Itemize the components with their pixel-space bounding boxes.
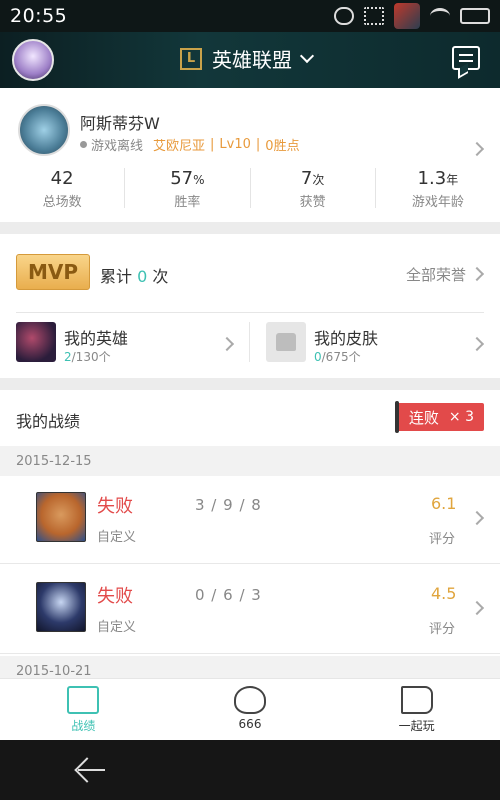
stat-likes: 7次 获赞 xyxy=(251,168,376,210)
match-row[interactable]: 失败 0 / 6 / 3 自定义 4.5 评分 xyxy=(0,566,500,654)
battery-icon xyxy=(460,8,490,24)
match-result: 失败 xyxy=(97,496,133,517)
my-heroes-count: 2/130个 xyxy=(64,350,111,364)
online-status: 游戏离线 xyxy=(91,139,144,154)
my-heroes-title[interactable]: 我的英雄 xyxy=(64,325,128,349)
tshirt-icon[interactable] xyxy=(266,322,306,362)
lol-logo-icon: L xyxy=(180,47,202,70)
game-switcher[interactable]: L 英雄联盟 xyxy=(180,44,315,73)
match-mode: 自定义 xyxy=(97,530,137,545)
my-skins-title[interactable]: 我的皮肤 xyxy=(314,325,378,349)
stats-row: 42 总场数 57% 胜率 7次 获赞 1.3年 游戏年龄 xyxy=(0,168,500,210)
date-header: 2015-12-15 xyxy=(0,446,500,476)
chevron-down-icon xyxy=(299,48,315,63)
match-mode: 自定义 xyxy=(97,620,137,635)
bottom-tab-bar: 战绩 666 一起玩 xyxy=(0,678,500,740)
chevron-right-icon xyxy=(469,600,485,616)
losing-streak-badge: 连败 × 3 xyxy=(394,401,484,433)
app-grid-icon xyxy=(364,7,384,25)
match-score-label: 评分 xyxy=(429,622,456,637)
match-score: 6.1 xyxy=(431,494,457,513)
date-header: 2015-10-21 xyxy=(0,656,500,678)
back-arrow-icon[interactable] xyxy=(76,756,106,784)
app-thumbnail-icon xyxy=(394,3,420,29)
tab-play-together[interactable]: 一起玩 xyxy=(333,679,500,740)
stat-total-games: 42 总场数 xyxy=(0,168,126,210)
divider xyxy=(16,312,484,313)
match-result: 失败 xyxy=(97,586,133,607)
mvp-cumulative: 累计 0 次 xyxy=(100,267,169,286)
summoner-level: Lv10 xyxy=(219,137,251,152)
chevron-right-icon xyxy=(219,336,235,352)
tab-record[interactable]: 战绩 xyxy=(0,679,167,740)
status-icons xyxy=(334,3,490,29)
profile-card[interactable]: 阿斯蒂芬W 游戏离线 艾欧尼亚 | Lv10 | 0胜点 42 总场数 57% … xyxy=(0,88,500,222)
match-history-card: 我的战绩 连败 × 3 2015-12-15 失败 3 / 9 / 8 自定义 6… xyxy=(0,390,500,678)
system-nav-bar xyxy=(0,740,500,800)
server-name: 艾欧尼亚 xyxy=(153,139,206,154)
crest-icon xyxy=(234,686,266,714)
status-bar: 20:55 xyxy=(0,0,500,32)
win-points: 0胜点 xyxy=(265,139,300,154)
chevron-right-icon xyxy=(469,266,485,282)
match-kda: 3 / 9 / 8 xyxy=(195,496,262,514)
chat-bubble-icon xyxy=(334,7,354,25)
offline-dot-icon xyxy=(80,141,87,148)
hero-thumbnail[interactable] xyxy=(16,322,56,362)
wifi-icon xyxy=(430,8,450,24)
match-score: 4.5 xyxy=(431,584,457,603)
record-icon xyxy=(67,686,100,714)
honor-card: MVP 累计 0 次 全部荣誉 我的英雄 2/130个 我的皮肤 0/675个 xyxy=(0,234,500,378)
my-skins-count: 0/675个 xyxy=(314,350,361,364)
tab-666[interactable]: 666 xyxy=(167,679,334,740)
summoner-name: 阿斯蒂芬W xyxy=(80,114,160,133)
match-score-label: 评分 xyxy=(429,532,456,547)
all-honors-link[interactable]: 全部荣誉 xyxy=(406,264,466,285)
champion-avatar xyxy=(36,582,86,632)
status-time: 20:55 xyxy=(10,5,68,27)
match-history-title: 我的战绩 xyxy=(16,412,81,431)
message-icon[interactable] xyxy=(452,46,480,70)
match-kda: 0 / 6 / 3 xyxy=(195,586,262,604)
chevron-right-icon xyxy=(469,141,485,157)
user-avatar[interactable] xyxy=(12,39,54,81)
game-title: 英雄联盟 xyxy=(212,48,292,72)
mvp-badge: MVP xyxy=(16,254,90,290)
flag-icon xyxy=(400,686,433,714)
divider xyxy=(249,322,250,362)
app-header: L 英雄联盟 xyxy=(0,32,500,88)
summoner-avatar xyxy=(18,104,70,156)
chevron-right-icon xyxy=(469,510,485,526)
chevron-right-icon xyxy=(469,336,485,352)
champion-avatar xyxy=(36,492,86,542)
match-row[interactable]: 失败 3 / 9 / 8 自定义 6.1 评分 xyxy=(0,476,500,564)
summoner-meta: 游戏离线 艾欧尼亚 | Lv10 | 0胜点 xyxy=(80,135,300,154)
stat-game-age: 1.3年 游戏年龄 xyxy=(411,168,464,210)
stat-win-rate: 57% 胜率 xyxy=(125,168,251,210)
